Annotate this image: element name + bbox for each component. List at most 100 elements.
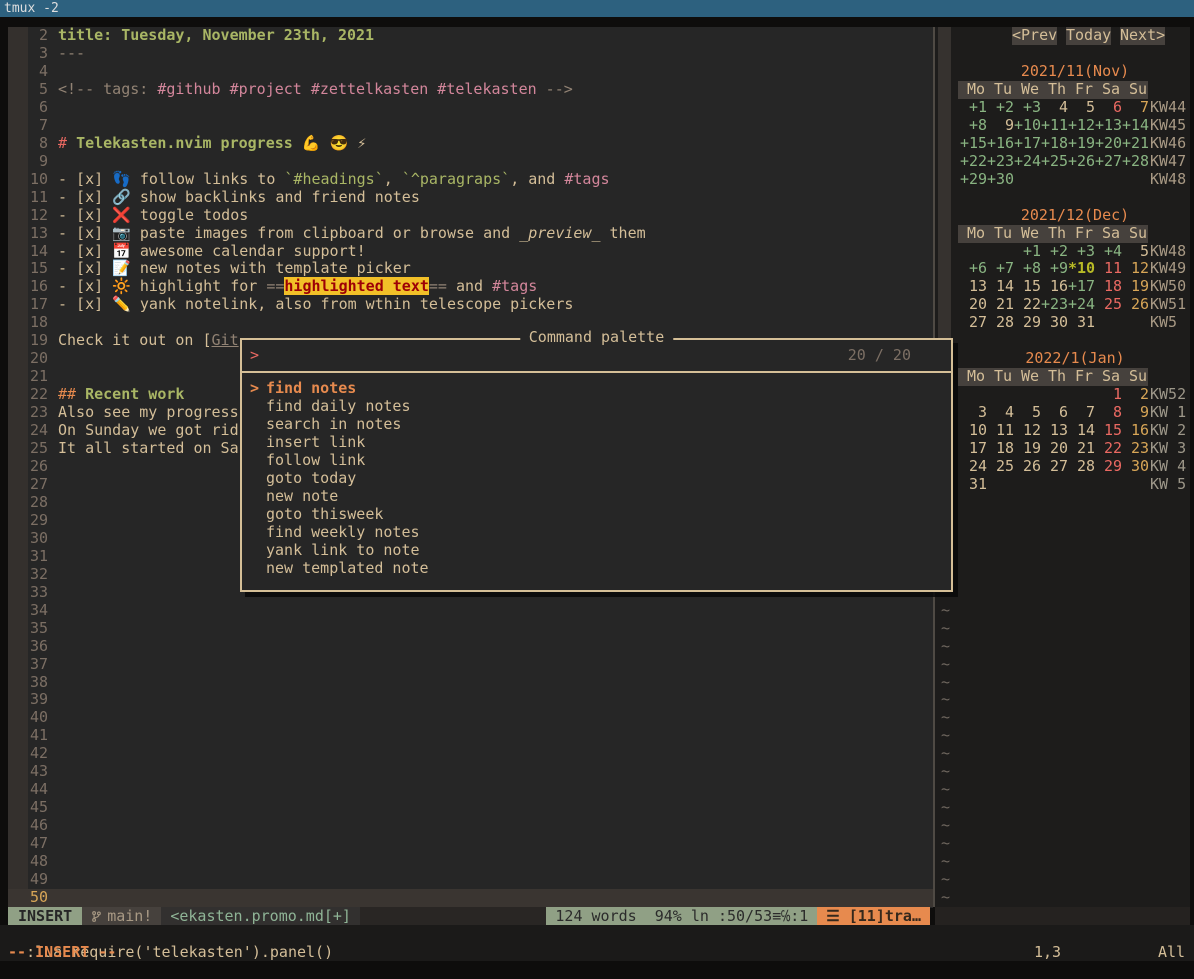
editor-line[interactable]: 39 [8,691,933,709]
editor-line[interactable]: 40 [8,709,933,727]
command-line[interactable]: :lua require('telekasten').panel() [8,925,333,943]
calendar-day[interactable]: +23 [987,153,1014,171]
calendar-day[interactable]: 13 [960,278,987,296]
calendar-day[interactable]: 14 [987,278,1014,296]
calendar-nav-button[interactable]: <Prev [1012,27,1057,45]
calendar-day[interactable]: +22 [960,153,987,171]
calendar-day[interactable]: 29 [1095,458,1122,476]
calendar-day[interactable]: +9 [1041,260,1068,278]
calendar-day[interactable]: +28 [1122,153,1149,171]
calendar-day[interactable]: +21 [1122,135,1149,153]
calendar-day[interactable]: +29 [960,171,987,189]
calendar-day[interactable]: 6 [1041,404,1068,422]
calendar-day[interactable]: +3 [1068,243,1095,261]
editor-line[interactable]: 44 [8,781,933,799]
calendar-day[interactable]: 18 [1095,278,1122,296]
palette-item[interactable]: insert link [242,434,951,452]
calendar-day[interactable]: 7 [1122,99,1149,117]
calendar-day[interactable]: 4 [1041,99,1068,117]
editor-line[interactable]: 45 [8,799,933,817]
editor-line[interactable]: 14- [x] 📅 awesome calendar support! [8,243,933,261]
editor-line[interactable]: 8# Telekasten.nvim progress 💪 😎 ⚡ [8,135,933,153]
calendar-day[interactable]: 8 [1095,404,1122,422]
palette-item[interactable]: goto thisweek [242,506,951,524]
editor-line[interactable]: 9 [8,153,933,171]
calendar-day[interactable]: 9 [987,117,1014,135]
calendar-day[interactable]: 28 [987,314,1014,332]
editor-line[interactable]: 41 [8,727,933,745]
calendar-day[interactable]: 16 [1041,278,1068,296]
calendar-day[interactable]: 5 [1014,404,1041,422]
calendar-day[interactable]: 19 [1122,278,1149,296]
calendar-day[interactable]: +17 [1068,278,1095,296]
calendar-day[interactable]: +4 [1095,243,1122,261]
calendar-day[interactable]: 16 [1122,422,1149,440]
editor-line[interactable]: 15- [x] 📝 new notes with template picker [8,260,933,278]
palette-item[interactable]: yank link to note [242,542,951,560]
palette-item[interactable]: new note [242,488,951,506]
editor-line[interactable]: 4 [8,63,933,81]
calendar-day[interactable]: 11 [987,422,1014,440]
calendar-day[interactable]: 20 [1041,440,1068,458]
calendar-day[interactable]: 24 [960,458,987,476]
editor-line[interactable]: 46 [8,817,933,835]
calendar-day[interactable]: +25 [1041,153,1068,171]
calendar-day[interactable]: +18 [1041,135,1068,153]
calendar-day[interactable]: 9 [1122,404,1149,422]
editor-line[interactable]: 36 [8,638,933,656]
calendar-day[interactable]: 12 [1122,260,1149,278]
calendar-day[interactable]: 1 [1095,386,1122,404]
editor-line[interactable]: 11- [x] 🔗 show backlinks and friend note… [8,189,933,207]
editor-line[interactable]: 35 [8,620,933,638]
calendar-day[interactable]: +20 [1095,135,1122,153]
calendar-day[interactable]: +3 [1014,99,1041,117]
calendar-day[interactable]: 30 [1122,458,1149,476]
calendar-day[interactable]: 15 [1014,278,1041,296]
calendar-day[interactable]: +7 [987,260,1014,278]
calendar-day[interactable]: 19 [1014,440,1041,458]
calendar-day[interactable]: 27 [1041,458,1068,476]
editor-line[interactable]: 49 [8,871,933,889]
calendar-day[interactable]: +13 [1095,117,1122,135]
editor-line[interactable]: 47 [8,835,933,853]
palette-search-input[interactable] [268,347,828,365]
calendar-day[interactable]: +24 [1014,153,1041,171]
calendar-day[interactable]: +12 [1068,117,1095,135]
editor-line[interactable]: 18 [8,314,933,332]
calendar-window[interactable]: <PrevTodayNext>2021/11(Nov)MoTuWeThFrSaS… [935,27,1190,907]
palette-item[interactable]: find weekly notes [242,524,951,542]
editor-line[interactable]: 43 [8,763,933,781]
calendar-day[interactable]: 6 [1095,99,1122,117]
calendar-day[interactable]: 30 [1041,314,1068,332]
calendar-day[interactable]: 5 [1068,99,1095,117]
calendar-day[interactable]: +1 [1014,243,1041,261]
calendar-day[interactable]: 15 [1095,422,1122,440]
calendar-day[interactable]: +2 [1041,243,1068,261]
calendar-day[interactable]: 23 [1122,440,1149,458]
palette-item[interactable]: follow link [242,452,951,470]
calendar-day[interactable]: 21 [1068,440,1095,458]
calendar-day[interactable]: 18 [987,440,1014,458]
calendar-day[interactable]: 5 [1122,243,1149,261]
calendar-day[interactable]: 11 [1095,260,1122,278]
calendar-day[interactable]: 13 [1041,422,1068,440]
filename-segment[interactable]: <ekasten.promo.md[+] [161,907,360,925]
editor-line[interactable]: 12- [x] ❌ toggle todos [8,207,933,225]
calendar-day[interactable]: +16 [987,135,1014,153]
calendar-day[interactable]: 12 [1014,422,1041,440]
palette-item[interactable]: >find notes [242,380,951,398]
calendar-day[interactable]: 28 [1068,458,1095,476]
tab-segment[interactable]: ☰ [11]tra… [817,907,930,925]
calendar-day[interactable]: 4 [987,404,1014,422]
palette-item[interactable]: new templated note [242,560,951,578]
calendar-day[interactable]: 3 [960,404,987,422]
calendar-day[interactable]: 7 [1068,404,1095,422]
calendar-day[interactable]: +8 [960,117,987,135]
editor-line[interactable]: 5<!-- tags: #github #project #zettelkast… [8,81,933,99]
palette-item[interactable]: search in notes [242,416,951,434]
editor-line[interactable]: 17- [x] ✏️ yank notelink, also from wthi… [8,296,933,314]
calendar-day[interactable]: *10 [1068,260,1095,278]
calendar-day[interactable]: 17 [960,440,987,458]
calendar-nav-button[interactable]: Today [1066,27,1111,45]
editor-line[interactable]: 16- [x] 🔆 highlight for ==highlighted te… [8,278,933,296]
